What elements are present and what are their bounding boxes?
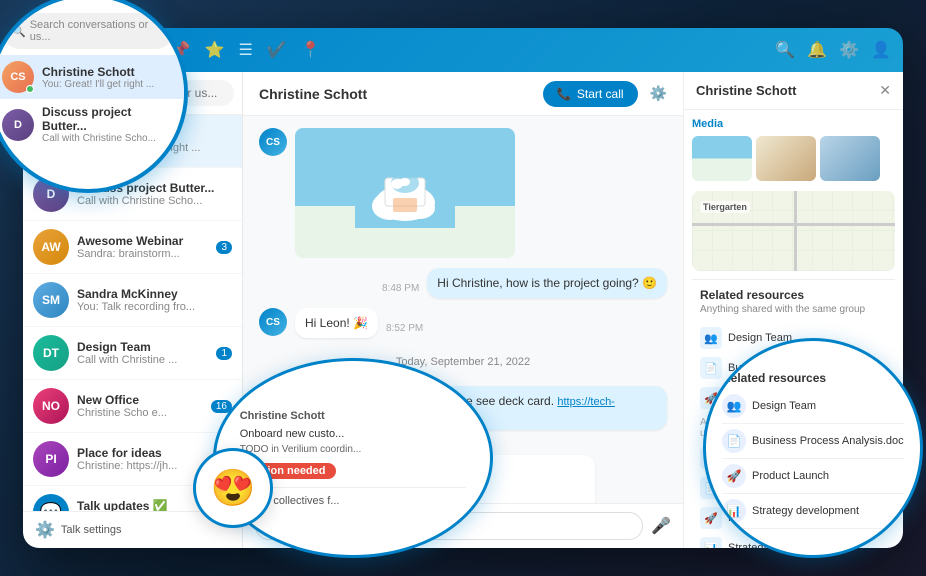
avatar: AW <box>33 229 69 265</box>
settings-icon-footer: ⚙️ <box>35 520 55 540</box>
toolbar-icon-list[interactable]: ☰ <box>239 40 253 60</box>
inner-resource-2[interactable]: 📄 Business Process Analysis.doc <box>722 424 904 459</box>
toolbar-icon-check[interactable]: ✔️ <box>267 40 287 60</box>
message-image <box>295 128 515 258</box>
avatar: SM <box>33 282 69 318</box>
search-zoom-placeholder: Search conversations or us... <box>30 19 164 43</box>
chat-settings-icon[interactable]: ⚙️ <box>650 85 667 102</box>
chat-header-name: Christine Schott <box>259 86 531 102</box>
message-bubble: Hi Leon! 🎉 <box>295 308 378 338</box>
inner-resource-name-4: Strategy development <box>752 505 859 517</box>
resource-icon-1: 👥 <box>700 327 722 349</box>
map-bg: Tiergarten <box>692 191 895 271</box>
conv-info: Awesome Webinar Sandra: brainstorm... <box>77 234 208 260</box>
conv-info: Talk updates ✅ In the sidebar yo... <box>77 499 203 511</box>
user-avatar-icon[interactable]: 👤 <box>871 40 891 60</box>
list-item[interactable]: AW Awesome Webinar Sandra: brainstorm...… <box>23 221 242 274</box>
message-bubble: Hi Christine, how is the project going? … <box>427 268 667 298</box>
message-row: CS <box>259 128 667 258</box>
online-indicator-1 <box>26 85 34 93</box>
resources-zoom-circle: Related resources 👥 Design Team 📄 Busine… <box>703 338 923 558</box>
zoom-conv-item-1[interactable]: CS Christine Schott You: Great! I'll get… <box>0 55 184 99</box>
zoom-sender: Christine Schott <box>240 410 467 422</box>
right-panel-name: Christine Schott <box>696 83 796 98</box>
resource-icon-6: 🚀 <box>700 507 722 529</box>
right-panel-close-icon[interactable]: ✕ <box>879 82 891 99</box>
avatar: PI <box>33 441 69 477</box>
inner-resource-icon-3: 🚀 <box>722 464 746 488</box>
map-road-v <box>794 191 797 271</box>
inner-resource-icon-1: 👥 <box>722 394 746 418</box>
message-text: Hi Christine, how is the project going? … <box>437 276 657 290</box>
chat-header: Christine Schott 📞 Start call ⚙️ <box>243 72 683 116</box>
zoom-avatar-2: D <box>2 109 34 141</box>
search-icon[interactable]: 🔍 <box>775 40 795 60</box>
list-item[interactable]: SM Sandra McKinney You: Talk recording f… <box>23 274 242 327</box>
notification-icon[interactable]: 🔔 <box>807 40 827 60</box>
conv-info: New Office Christine Scho e... <box>77 393 203 419</box>
sidebar-footer-label: Talk settings <box>61 524 122 536</box>
unread-badge: 3 <box>216 241 232 254</box>
media-thumb-2 <box>756 136 816 181</box>
resource-icon-2: 📄 <box>700 357 722 379</box>
zoom-related-title: Related resources <box>722 371 904 385</box>
toolbar-icon-star[interactable]: ⭐ <box>205 40 225 60</box>
inner-resource-name-3: Product Launch <box>752 470 829 482</box>
zoom-conv-info-1: Christine Schott You: Great! I'll get ri… <box>42 65 174 90</box>
msg-avatar: CS <box>259 308 287 336</box>
inner-resource-name-1: Design Team <box>752 400 816 412</box>
inner-resource-1[interactable]: 👥 Design Team <box>722 389 904 424</box>
zoom-avatar-1: CS <box>2 61 34 93</box>
settings-icon[interactable]: ⚙️ <box>839 40 859 60</box>
toolbar-icons-right: 🔍 🔔 ⚙️ 👤 <box>775 40 891 60</box>
zoom-text: Onboard new custo... <box>240 428 467 440</box>
toolbar-icon-location[interactable]: 📍 <box>301 40 321 60</box>
right-panel-header: Christine Schott ✕ <box>684 72 903 110</box>
inner-resource-icon-2: 📄 <box>722 429 746 453</box>
avatar: 💬 <box>33 494 69 511</box>
message-row: CS Hi Leon! 🎉 8:52 PM <box>259 308 667 338</box>
message-text: Hi Leon! 🎉 <box>305 316 368 330</box>
unread-badge: 1 <box>216 347 232 360</box>
message-time: 8:48 PM <box>382 283 419 294</box>
emoji-zoom-circle: 😍 <box>193 448 273 528</box>
related-resources-title: Related resources <box>700 288 887 302</box>
map-location-label: Tiergarten <box>700 201 750 213</box>
conv-info: Sandra McKinney You: Talk recording fro.… <box>77 287 232 313</box>
inner-resource-3[interactable]: 🚀 Product Launch <box>722 459 904 494</box>
zoom-conv-info-2: Discuss project Butter... Call with Chri… <box>42 105 174 144</box>
avatar: DT <box>33 335 69 371</box>
message-row: 8:48 PM Hi Christine, how is the project… <box>259 268 667 298</box>
start-call-button[interactable]: 📞 Start call <box>543 81 638 107</box>
emoji-icon: 😍 <box>211 467 256 509</box>
media-section-title: Media <box>692 118 895 130</box>
zoom-collectives: ☰ see collectives f... <box>240 487 467 507</box>
msg-avatar: CS <box>259 128 287 156</box>
resources-zoom-content: Related resources 👥 Design Team 📄 Busine… <box>706 341 920 555</box>
media-thumb-1 <box>692 136 752 181</box>
map-section: Tiergarten <box>692 191 895 271</box>
list-item[interactable]: DT Design Team Call with Christine ... 1 <box>23 327 242 380</box>
mic-icon[interactable]: 🎤 <box>651 516 671 536</box>
media-thumb-3 <box>820 136 880 181</box>
search-zoom-bar[interactable]: 🔍 Search conversations or us... <box>2 13 174 49</box>
media-thumbnails <box>692 136 895 181</box>
related-resources-subtitle: Anything shared with the same group <box>700 304 887 315</box>
conv-info: Design Team Call with Christine ... <box>77 340 208 366</box>
search-zoom-icon: 🔍 <box>12 25 26 38</box>
zoom-conv-item-2[interactable]: D Discuss project Butter... Call with Ch… <box>0 99 184 150</box>
resource-icon-7: 📊 <box>700 537 722 548</box>
inner-resource-4[interactable]: 📊 Strategy development <box>722 494 904 529</box>
zoom-sub: TODO in Verilium coordin... <box>240 444 467 455</box>
inner-resource-name-2: Business Process Analysis.doc <box>752 435 904 447</box>
avatar: NO <box>33 388 69 424</box>
message-time: 8:52 PM <box>386 323 423 334</box>
call-icon: 📞 <box>557 87 572 101</box>
cloud-image <box>355 158 455 228</box>
list-item[interactable]: NO New Office Christine Scho e... 16 <box>23 380 242 433</box>
